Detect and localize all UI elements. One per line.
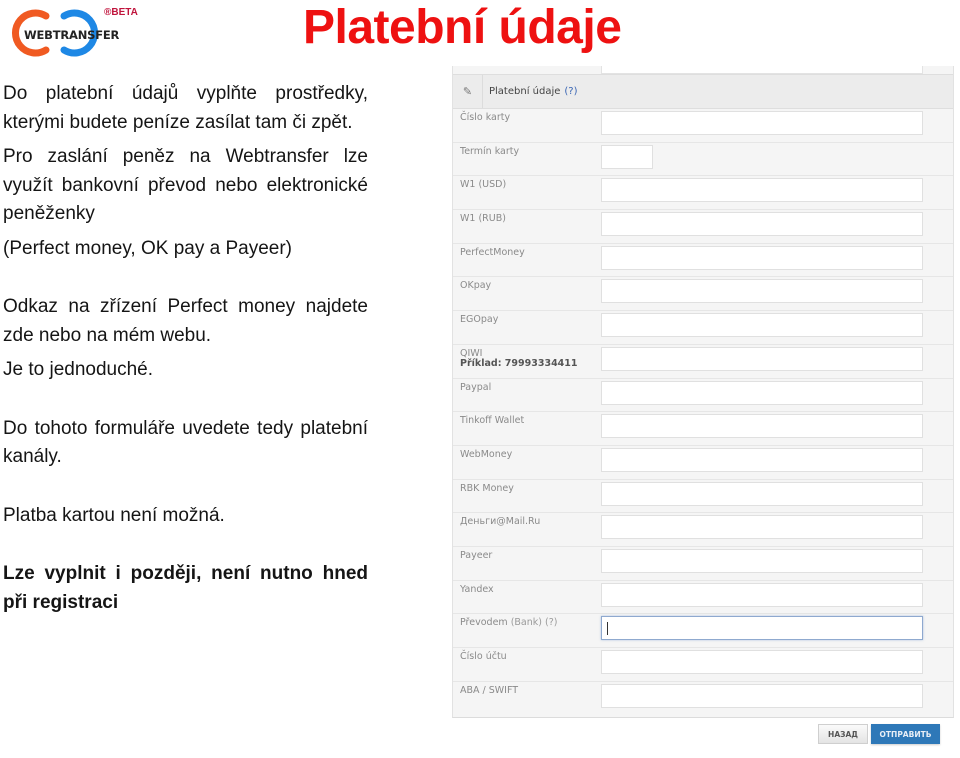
field-row-yandex: Yandex	[453, 581, 953, 615]
field-row-egopay: EGOpay	[453, 311, 953, 345]
form-rows: Číslo karty Termín karty W1 (USD) W1 (RU…	[453, 109, 953, 715]
slide-title: Platební údaje	[303, 1, 622, 54]
field-label: RBK Money	[460, 482, 514, 494]
w1-rub-input[interactable]	[601, 212, 923, 237]
bank-transfer-input[interactable]	[601, 616, 923, 641]
perfectmoney-input[interactable]	[601, 245, 923, 270]
field-row-w1-usd: W1 (USD)	[453, 176, 953, 211]
field-row-paypal: Paypal	[453, 379, 953, 413]
field-row-card-expiry: Termín karty	[453, 143, 953, 177]
field-label: OKpay	[460, 280, 492, 292]
payeer-input[interactable]	[601, 548, 923, 573]
field-row-dengi-mail: Деньги@Mail.Ru	[453, 513, 953, 547]
bank-help-link[interactable]: (Bank) (?)	[511, 617, 558, 628]
field-row-card-number: Číslo karty	[453, 109, 953, 143]
field-row-bank-transfer: Převodem (Bank) (?)	[453, 614, 953, 648]
field-row-payeer: Payeer	[453, 547, 953, 581]
paragraph-form-channels: Do tohoto formuláře uvedete tedy platebn…	[3, 417, 368, 468]
paragraph-easy: Je to jednoduché.	[3, 359, 154, 380]
field-label: Převodem (Bank) (?)	[460, 617, 557, 628]
field-row-perfectmoney: PerfectMoney	[453, 244, 953, 278]
field-label: Číslo karty	[460, 112, 511, 123]
field-row-qiwi: QIWI Příklad: 79993334411	[453, 345, 953, 379]
instructions-text: Do platební údajů vyplňte prostředky, kt…	[3, 80, 368, 617]
field-label: Paypal	[460, 381, 492, 393]
field-row-account-number: Číslo účtu	[453, 648, 953, 682]
payment-details-form: ✎ Platební údaje (?) Číslo karty Termín …	[452, 66, 954, 718]
okpay-input[interactable]	[601, 279, 923, 304]
section-header: ✎ Platební údaje (?)	[453, 74, 953, 109]
back-button[interactable]: НАЗАД	[818, 724, 868, 744]
card-number-input[interactable]	[601, 111, 923, 135]
help-link[interactable]: (?)	[564, 86, 577, 97]
field-row-rbk-money: RBK Money	[453, 480, 953, 514]
field-label: W1 (RUB)	[460, 213, 506, 225]
yandex-input[interactable]	[601, 582, 923, 607]
field-label: PerfectMoney	[460, 246, 525, 258]
webmoney-input[interactable]	[601, 447, 923, 472]
paypal-input[interactable]	[601, 380, 923, 405]
egopay-input[interactable]	[601, 313, 923, 338]
field-label-text: Převodem	[460, 617, 508, 629]
field-row-tinkoff: Tinkoff Wallet	[453, 412, 953, 446]
field-label: Деньги@Mail.Ru	[460, 516, 541, 528]
field-label: WebMoney	[460, 448, 513, 460]
paragraph-perfect-money-link: Odkaz na zřízení Perfect money najdete z…	[3, 296, 368, 346]
section-title: Platební údaje	[489, 86, 561, 97]
field-row-aba-swift: ABA / SWIFT	[453, 682, 953, 716]
field-label: W1 (USD)	[460, 179, 507, 191]
beta-badge: ®BETA	[104, 7, 138, 18]
paragraph-fill-later: Lze vyplnit i později, není nutno hned p…	[3, 563, 368, 613]
paragraph-card-not-possible: Platba kartou není možná.	[3, 504, 225, 526]
pencil-icon: ✎	[453, 75, 483, 108]
logo-text: WEBTRANSFER	[24, 28, 120, 42]
previous-field-input[interactable]	[601, 66, 923, 74]
field-row-webmoney: WebMoney	[453, 446, 953, 480]
field-example-hint: Příklad: 79993334411	[460, 357, 578, 369]
rbk-money-input[interactable]	[601, 481, 923, 506]
submit-button[interactable]: ОТПРАВИТЬ	[871, 724, 940, 744]
field-row-okpay: OKpay	[453, 277, 953, 312]
qiwi-input[interactable]	[601, 346, 923, 371]
w1-usd-input[interactable]	[601, 178, 923, 203]
text-cursor	[607, 622, 608, 636]
field-label: ABA / SWIFT	[460, 684, 519, 696]
paragraph-methods: Pro zaslání peněz na Webtransfer lze vyu…	[3, 146, 368, 224]
paragraph-intro: Do platební údajů vyplňte prostředky, kt…	[3, 83, 368, 133]
field-row-w1-rub: W1 (RUB)	[453, 210, 953, 244]
webtransfer-logo: WEBTRANSFER ®BETA	[6, 4, 176, 62]
field-label: Číslo účtu	[460, 651, 507, 662]
aba-swift-input[interactable]	[601, 683, 923, 708]
field-label: EGOpay	[460, 314, 499, 326]
card-expiry-input[interactable]	[601, 144, 653, 169]
field-label: Yandex	[460, 583, 494, 595]
account-number-input[interactable]	[601, 650, 923, 674]
tinkoff-wallet-input[interactable]	[601, 414, 923, 439]
dengi-mail-input[interactable]	[601, 515, 923, 540]
field-label: Termín karty	[460, 145, 520, 157]
paragraph-wallets: (Perfect money, OK pay a Payeer)	[3, 237, 292, 259]
field-label: Payeer	[460, 549, 493, 561]
field-label: Tinkoff Wallet	[460, 415, 525, 427]
